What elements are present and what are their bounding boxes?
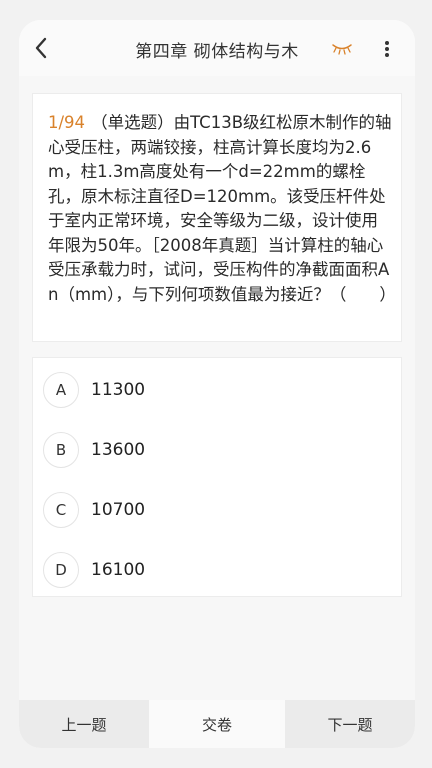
question-area: 1/94 （单选题）由TC13B级红松原木制作的轴心受压柱，两端铰接，柱高计算长度… — [19, 76, 415, 700]
options-card: A 11300 B 13600 C 10700 D 16100 — [32, 357, 402, 597]
option-value: 16100 — [91, 560, 146, 580]
page-title: 第四章 砌体结构与木 — [135, 42, 299, 62]
option-value: 13600 — [91, 440, 146, 460]
eye-toggle-button[interactable] — [331, 40, 353, 55]
next-question-button[interactable]: 下一题 — [285, 700, 415, 748]
option-d[interactable]: D 16100 — [43, 552, 383, 592]
submit-exam-button[interactable]: 交卷 — [149, 700, 285, 748]
prev-question-button[interactable]: 上一题 — [19, 700, 149, 748]
more-vertical-icon — [385, 41, 389, 57]
app-screen: 第四章 砌体结构与木 1/94 （单选题）由TC13B级红松原木制作的轴心受压柱，… — [19, 20, 415, 748]
option-c[interactable]: C 10700 — [43, 492, 383, 532]
option-value: 10700 — [91, 500, 146, 520]
eye-closed-icon — [332, 44, 352, 55]
bottom-nav: 上一题 交卷 下一题 — [19, 700, 415, 748]
more-button[interactable] — [377, 38, 397, 60]
option-a[interactable]: A 11300 — [43, 372, 383, 412]
question-text-block: 1/94 （单选题）由TC13B级红松原木制作的轴心受压柱，两端铰接，柱高计算长度… — [48, 111, 396, 307]
option-b[interactable]: B 13600 — [43, 432, 383, 472]
option-letter: B — [43, 432, 79, 468]
option-letter: D — [43, 552, 79, 588]
question-number: 1/94 — [48, 113, 86, 132]
question-card: 1/94 （单选题）由TC13B级红松原木制作的轴心受压柱，两端铰接，柱高计算长度… — [32, 93, 402, 342]
question-text: （单选题）由TC13B级红松原木制作的轴心受压柱，两端铰接，柱高计算长度均为2.… — [48, 113, 396, 304]
option-letter: C — [43, 492, 79, 528]
option-letter: A — [43, 372, 79, 408]
top-bar: 第四章 砌体结构与木 — [19, 20, 415, 76]
option-value: 11300 — [91, 380, 146, 400]
